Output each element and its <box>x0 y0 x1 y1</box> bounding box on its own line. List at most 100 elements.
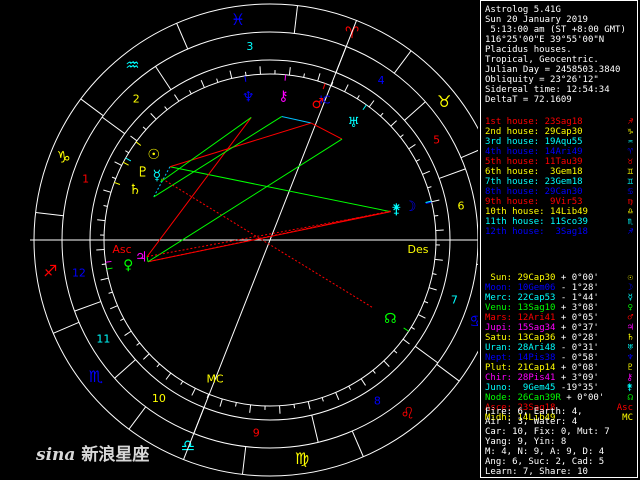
zodiac-sign-icon: ♒ <box>125 55 139 74</box>
planet-latitude: + 0°28' <box>560 333 599 343</box>
planet-latitude: + 3°09' <box>560 373 599 383</box>
summary-line: Air : 3, Water: 4 <box>485 417 578 427</box>
summary-line: Ang: 6, Suc: 2, Cad: 5 <box>485 457 605 467</box>
planet-marker <box>362 104 367 111</box>
planet-name: Sun: <box>485 273 513 283</box>
planet-name: Merc: <box>485 293 513 303</box>
degree-tick <box>103 205 108 207</box>
planet-marker <box>105 260 112 263</box>
house-cusp-value: 11Sco39 <box>550 217 588 227</box>
zodiac-sign-icon: ♌ <box>400 404 414 423</box>
aspect-line <box>281 116 312 124</box>
asc-label: Asc <box>112 243 131 256</box>
summary-line: M: 4, N: 9, A: 9, D: 4 <box>485 447 605 457</box>
zodiac-sign-icon: ♐ <box>627 227 633 237</box>
planet-name: Chir: <box>485 373 513 383</box>
house-label: 9th house: <box>485 197 540 207</box>
summary-line: Car: 10, Fix: 0, Mut: 7 <box>485 427 610 437</box>
zodiac-sign-icon: ♐ <box>627 117 633 127</box>
degree-tick <box>335 392 340 401</box>
degree-tick <box>408 144 416 150</box>
header-line: Obliquity = 23°26'12" <box>485 75 599 85</box>
aspect-line <box>160 117 252 183</box>
sign-boundary <box>460 149 478 159</box>
zodiac-sign-icon: ♉ <box>627 157 633 167</box>
degree-tick <box>307 401 311 410</box>
degree-tick <box>216 78 219 83</box>
zodiac-sign-icon: ♎ <box>181 436 195 455</box>
degree-tick <box>174 94 180 102</box>
house-cusp-value: 14Ari49 <box>544 147 583 157</box>
degree-tick <box>200 79 205 88</box>
planet-marker <box>123 161 129 166</box>
planet-glyph-icon: ♂ <box>627 313 633 323</box>
house-label: 5th house: <box>485 157 540 167</box>
planet-name: Node: <box>485 393 513 403</box>
planet-row: Juno: 9Gem45 -19°35' <box>485 383 599 393</box>
planet-glyph-icon: ☊ <box>384 311 396 327</box>
house-cusp-value: 19Aqu55 <box>544 137 583 147</box>
planet-glyph-icon: Asc <box>616 403 633 413</box>
zodiac-sign-icon: ♐ <box>43 262 57 281</box>
planet-row: Chir: 28Pis41 + 3°09' <box>485 373 599 383</box>
planet-name: Satu: <box>485 333 513 343</box>
degree-tick <box>229 70 233 79</box>
house-row: 5th house: 11Tau39 <box>485 157 583 167</box>
planet-position: 29Cap30 <box>517 273 556 283</box>
house-number: 1 <box>82 173 89 186</box>
planet-row: Moon: 10Gem06 - 1°28' <box>485 283 599 293</box>
house-label: 8th house: <box>485 187 540 197</box>
degree-tick <box>125 150 130 154</box>
planet-name: Uran: <box>485 343 513 353</box>
house-row: 3rd house: 19Aqu55 <box>485 137 583 147</box>
house-row: 12th house: 3Sag18 <box>485 227 588 237</box>
degree-tick <box>383 360 390 367</box>
degree-tick <box>235 402 237 407</box>
mc-label: MC <box>206 373 223 386</box>
zodiac-sign-icon: ♊ <box>627 167 633 177</box>
planet-position: 22Cap53 <box>517 293 556 303</box>
header-line: 116°25'00"E 39°55'00"N <box>485 35 605 45</box>
sign-boundary <box>393 50 412 74</box>
planet-marker <box>135 141 142 146</box>
header-line: 5:13:00 am (ST +8:00 GMT) <box>485 25 626 35</box>
planet-name: Juno: <box>485 383 513 393</box>
planet-marker <box>114 181 121 185</box>
degree-tick <box>348 385 352 390</box>
aspect-line <box>169 166 391 213</box>
planet-glyph-icon: ☽ <box>404 199 417 215</box>
degree-tick <box>191 388 196 396</box>
planet-row: Nept: 14Pis38 - 0°58' <box>485 353 599 363</box>
degree-tick <box>360 378 366 386</box>
house-number: 12 <box>72 267 86 280</box>
planet-glyph-icon: ⚷ <box>626 373 633 383</box>
sign-boundary <box>351 430 364 457</box>
planet-glyph-icon: ♀ <box>627 303 633 313</box>
header-line: Astrolog 5.41G <box>485 5 561 15</box>
degree-tick <box>432 273 437 275</box>
planet-position: 9Gem45 <box>517 383 556 393</box>
house-label: 3rd house: <box>485 137 540 147</box>
house-number: 6 <box>458 199 465 212</box>
planet-glyph-icon: MC <box>622 413 633 423</box>
des-label: Des <box>408 243 429 256</box>
degree-tick <box>356 95 360 100</box>
planet-marker <box>284 74 287 81</box>
house-number: 8 <box>374 395 381 408</box>
house-number: 9 <box>253 427 260 440</box>
house-label: 4th house: <box>485 147 540 157</box>
planet-latitude: + 0°00' <box>566 393 605 403</box>
degree-tick <box>180 380 184 385</box>
house-number: 2 <box>133 93 140 106</box>
zodiac-sign-icon: ♎ <box>627 207 633 217</box>
degree-tick <box>344 84 349 92</box>
planet-glyph-icon: ⚷ <box>278 89 288 105</box>
planet-row: Mars: 12Ari41 + 0°05' <box>485 313 599 323</box>
house-cusp-value: 14Lib49 <box>550 207 588 217</box>
aspect-line <box>310 122 343 140</box>
house-row: 1st house: 23Sag18 <box>485 117 583 127</box>
zodiac-sign-icon: ♏ <box>89 367 103 386</box>
house-row: 9th house: 9Vir53 <box>485 197 583 207</box>
degree-tick <box>303 73 305 78</box>
aspect-line <box>147 211 391 263</box>
